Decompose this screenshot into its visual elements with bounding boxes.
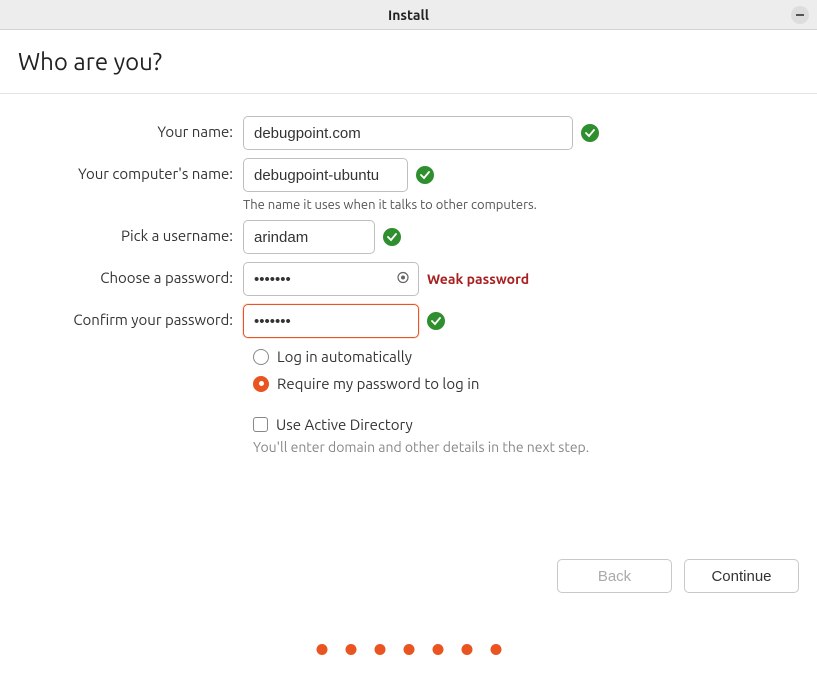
label-computer-name: Your computer's name: [18,158,243,182]
row-your-name: Your name: [18,116,799,150]
divider [0,93,817,94]
dot-icon [461,644,472,655]
ad-label: Use Active Directory [276,416,413,433]
dot-icon [374,644,385,655]
radio-require-label: Require my password to log in [277,375,479,392]
confirm-password-input[interactable] [243,304,419,338]
check-icon [427,312,445,330]
label-username: Pick a username: [18,220,243,244]
name-input[interactable] [243,116,573,150]
row-password: Choose a password: Weak password [18,262,799,296]
radio-auto-login[interactable]: Log in automatically [253,348,799,365]
label-password: Choose a password: [18,262,243,286]
ad-helper: You'll enter domain and other details in… [253,439,799,455]
radio-icon [253,349,269,365]
dot-icon [316,644,327,655]
minimize-icon[interactable] [791,6,809,24]
dot-icon [345,644,356,655]
password-input[interactable] [243,262,419,296]
check-icon [416,166,434,184]
checkbox-active-directory[interactable]: Use Active Directory [253,416,799,433]
eye-icon[interactable] [395,270,411,289]
radio-icon [253,376,269,392]
username-input[interactable] [243,220,375,254]
radio-require-password[interactable]: Require my password to log in [253,375,799,392]
window-title: Install [388,7,429,23]
row-username: Pick a username: [18,220,799,254]
dot-icon [490,644,501,655]
back-button[interactable]: Back [557,559,672,593]
continue-button[interactable]: Continue [684,559,799,593]
login-options: Log in automatically Require my password… [253,348,799,392]
label-confirm-password: Confirm your password: [18,304,243,328]
check-icon [581,124,599,142]
dot-icon [432,644,443,655]
page-title: Who are you? [18,48,799,75]
progress-dots [316,644,501,655]
footer-buttons: Back Continue [557,559,799,593]
row-confirm-password: Confirm your password: [18,304,799,338]
radio-auto-label: Log in automatically [277,348,412,365]
dot-icon [403,644,414,655]
computer-name-input[interactable] [243,158,408,192]
check-icon [383,228,401,246]
active-directory-section: Use Active Directory You'll enter domain… [253,416,799,455]
label-your-name: Your name: [18,116,243,140]
titlebar: Install [0,0,817,30]
password-strength: Weak password [427,271,529,287]
row-computer-name: Your computer's name: The name it uses w… [18,158,799,212]
content-area: Who are you? Your name: Your computer's … [0,30,817,455]
checkbox-icon [253,417,268,432]
computer-name-helper: The name it uses when it talks to other … [243,198,799,212]
